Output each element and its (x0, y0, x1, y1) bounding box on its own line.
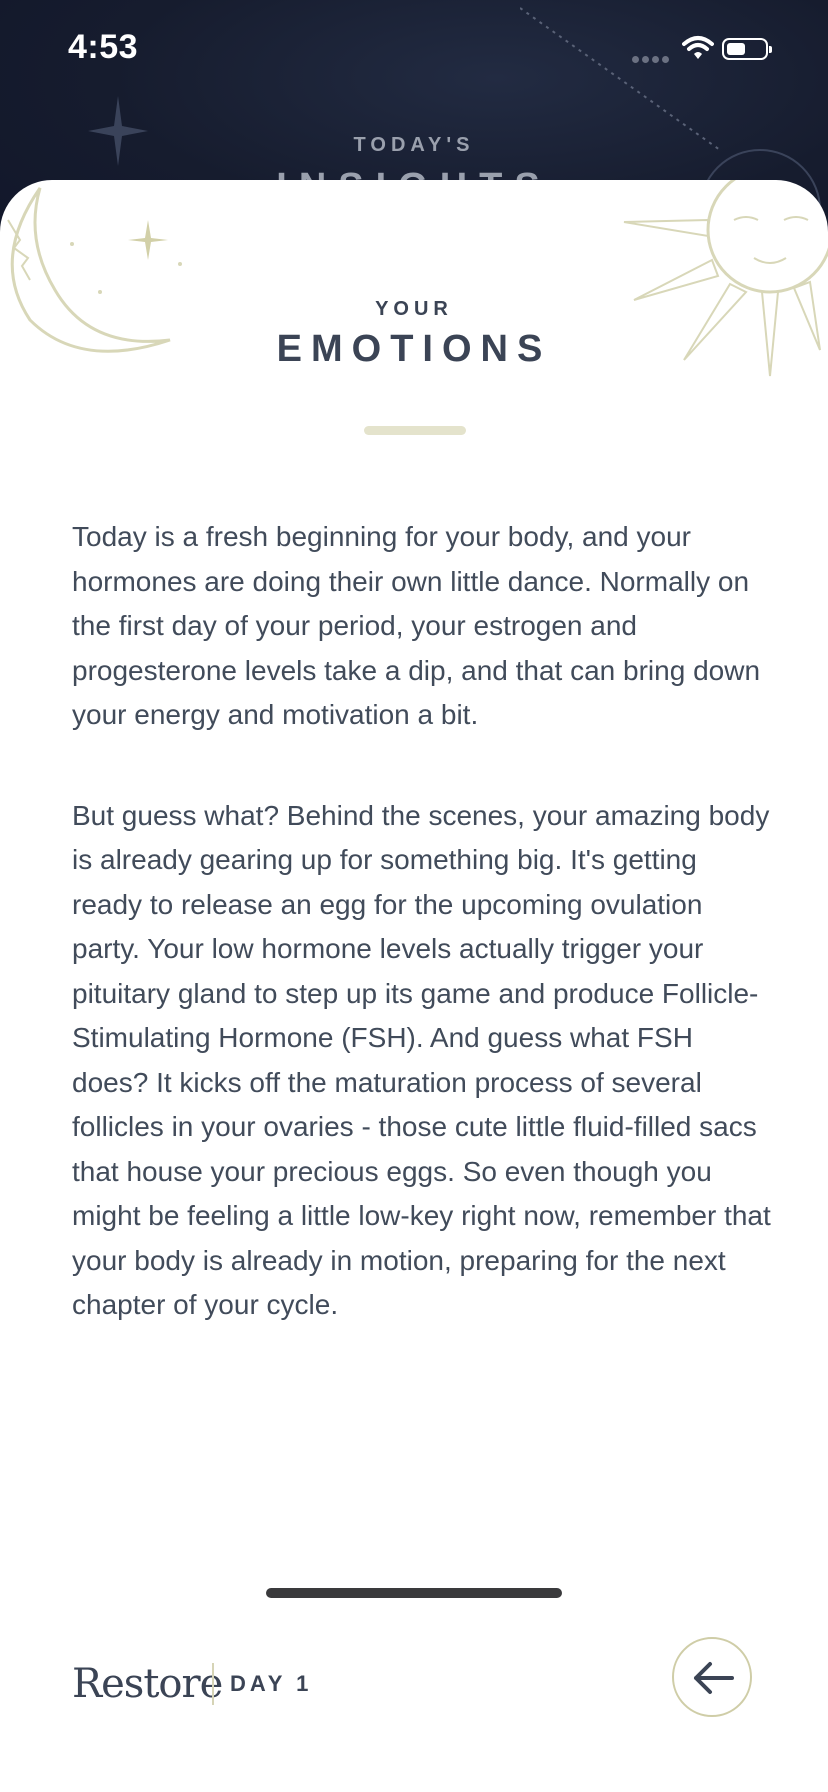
insight-body: Today is a fresh beginning for your body… (72, 515, 772, 1384)
wifi-icon (682, 36, 714, 59)
insight-paragraph: Today is a fresh beginning for your body… (72, 521, 761, 730)
status-icons (632, 30, 792, 70)
status-bar: 4:53 (0, 0, 828, 100)
brand-logo: Restore (72, 1661, 223, 1707)
cellular-signal-icon (632, 50, 672, 68)
insight-paragraph: But guess what? Behind the scenes, your … (72, 799, 771, 1321)
footer-divider (212, 1663, 214, 1705)
insight-card: YOUR EMOTIONS Today is a fresh beginning… (0, 180, 828, 1792)
background-kicker: TODAY'S (353, 134, 475, 156)
back-button[interactable] (672, 1637, 752, 1717)
card-kicker: YOUR (375, 298, 453, 320)
arrow-left-icon (694, 1662, 734, 1694)
card-title: EMOTIONS (276, 328, 552, 370)
card-footer: Restore DAY 1 (0, 1625, 828, 1745)
sheet-drag-handle[interactable] (364, 426, 466, 435)
status-time: 4:53 (68, 28, 139, 66)
battery-icon (722, 38, 772, 60)
home-indicator[interactable] (266, 1588, 562, 1598)
cycle-day-label: DAY 1 (230, 1671, 313, 1696)
